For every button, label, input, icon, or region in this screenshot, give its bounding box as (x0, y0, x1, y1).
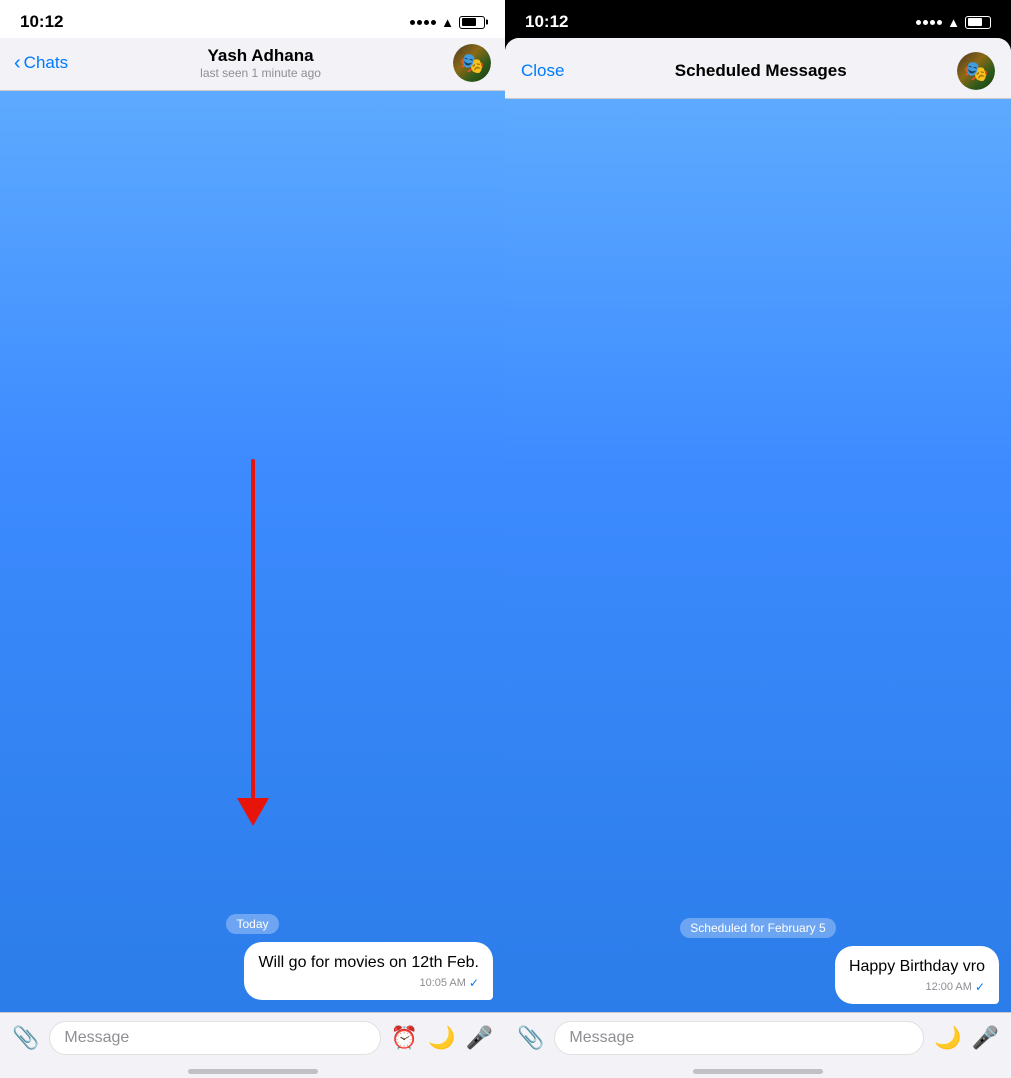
red-arrow-annotation (237, 459, 269, 826)
right-input-bar: 📎 Message 🌙 🎤 (505, 1012, 1011, 1063)
date-badge: Today (12, 914, 493, 934)
modal-nav: Close Scheduled Messages 🎭 (505, 38, 1011, 99)
right-signal-dots-icon (916, 20, 942, 25)
scheduled-messages-modal: Close Scheduled Messages 🎭 Scheduled for… (505, 38, 1011, 1078)
right-message-input[interactable]: Message (554, 1021, 924, 1055)
attach-icon[interactable]: 📎 (12, 1025, 39, 1051)
message-text: Will go for movies on 12th Feb. (258, 954, 479, 971)
nav-title: Yash Adhana (207, 46, 313, 66)
signal-dots-icon (410, 20, 436, 25)
scheduled-message-text: Happy Birthday vro (849, 958, 985, 975)
right-home-indicator (505, 1063, 1011, 1078)
message-bubble: Will go for movies on 12th Feb. 10:05 AM… (244, 942, 493, 1000)
right-wifi-icon: ▲ (947, 15, 960, 30)
left-chat-area: Today Will go for movies on 12th Feb. 10… (0, 91, 505, 1012)
home-bar (188, 1069, 318, 1074)
wifi-icon: ▲ (441, 15, 454, 30)
back-button[interactable]: ‹ Chats (14, 52, 68, 75)
scheduled-badge: Scheduled for February 5 (517, 918, 999, 938)
modal-title: Scheduled Messages (675, 61, 847, 81)
left-input-placeholder: Message (64, 1029, 129, 1046)
moon-icon[interactable]: 🌙 (428, 1025, 455, 1051)
scheduled-message-bubble: Happy Birthday vro 12:00 AM ✓ (835, 946, 999, 1004)
avatar[interactable]: 🎭 (453, 44, 491, 82)
arrow-head (237, 798, 269, 826)
chevron-left-icon: ‹ (14, 52, 21, 75)
right-status-bar: 10:12 ▲ (505, 0, 1011, 38)
right-attach-icon[interactable]: 📎 (517, 1025, 544, 1051)
left-phone: 10:12 ▲ ‹ Chats Yash Adhana last seen 1 … (0, 0, 505, 1078)
nav-subtitle: last seen 1 minute ago (200, 66, 321, 80)
left-status-icons: ▲ (410, 15, 485, 30)
avatar-image: 🎭 (453, 44, 491, 82)
left-home-indicator (0, 1063, 505, 1078)
right-moon-icon[interactable]: 🌙 (934, 1025, 961, 1051)
right-battery-icon (965, 16, 991, 29)
right-avatar-image: 🎭 (957, 52, 995, 90)
left-input-bar: 📎 Message ⏰ 🌙 🎤 (0, 1012, 505, 1063)
back-label[interactable]: Chats (24, 53, 68, 73)
nav-center: Yash Adhana last seen 1 minute ago (200, 46, 321, 80)
right-voice-icon[interactable]: 🎤 (972, 1025, 999, 1051)
voice-icon[interactable]: 🎤 (466, 1025, 493, 1051)
right-home-bar (693, 1069, 823, 1074)
message-time: 10:05 AM (419, 977, 465, 989)
right-status-time: 10:12 (525, 12, 568, 32)
right-avatar[interactable]: 🎭 (957, 52, 995, 90)
left-nav-bar: ‹ Chats Yash Adhana last seen 1 minute a… (0, 38, 505, 91)
close-button[interactable]: Close (521, 61, 564, 81)
message-meta: 10:05 AM ✓ (258, 976, 479, 990)
left-message-input[interactable]: Message (49, 1021, 380, 1055)
schedule-icon[interactable]: ⏰ (391, 1025, 418, 1051)
right-input-placeholder: Message (569, 1029, 634, 1046)
battery-icon (459, 16, 485, 29)
arrow-line (251, 459, 255, 799)
scheduled-badge-text: Scheduled for February 5 (680, 918, 835, 938)
left-status-bar: 10:12 ▲ (0, 0, 505, 38)
message-check-icon: ✓ (469, 976, 479, 990)
left-status-time: 10:12 (20, 12, 63, 32)
date-badge-text: Today (226, 914, 278, 934)
right-phone: 10:12 ▲ Close Scheduled Messages 🎭 (505, 0, 1011, 1078)
right-status-icons: ▲ (916, 15, 991, 30)
scheduled-message-time: 12:00 AM (925, 981, 971, 993)
scheduled-message-meta: 12:00 AM ✓ (849, 980, 985, 994)
scheduled-chat-area: Scheduled for February 5 Happy Birthday … (505, 99, 1011, 1012)
scheduled-check-icon: ✓ (975, 980, 985, 994)
